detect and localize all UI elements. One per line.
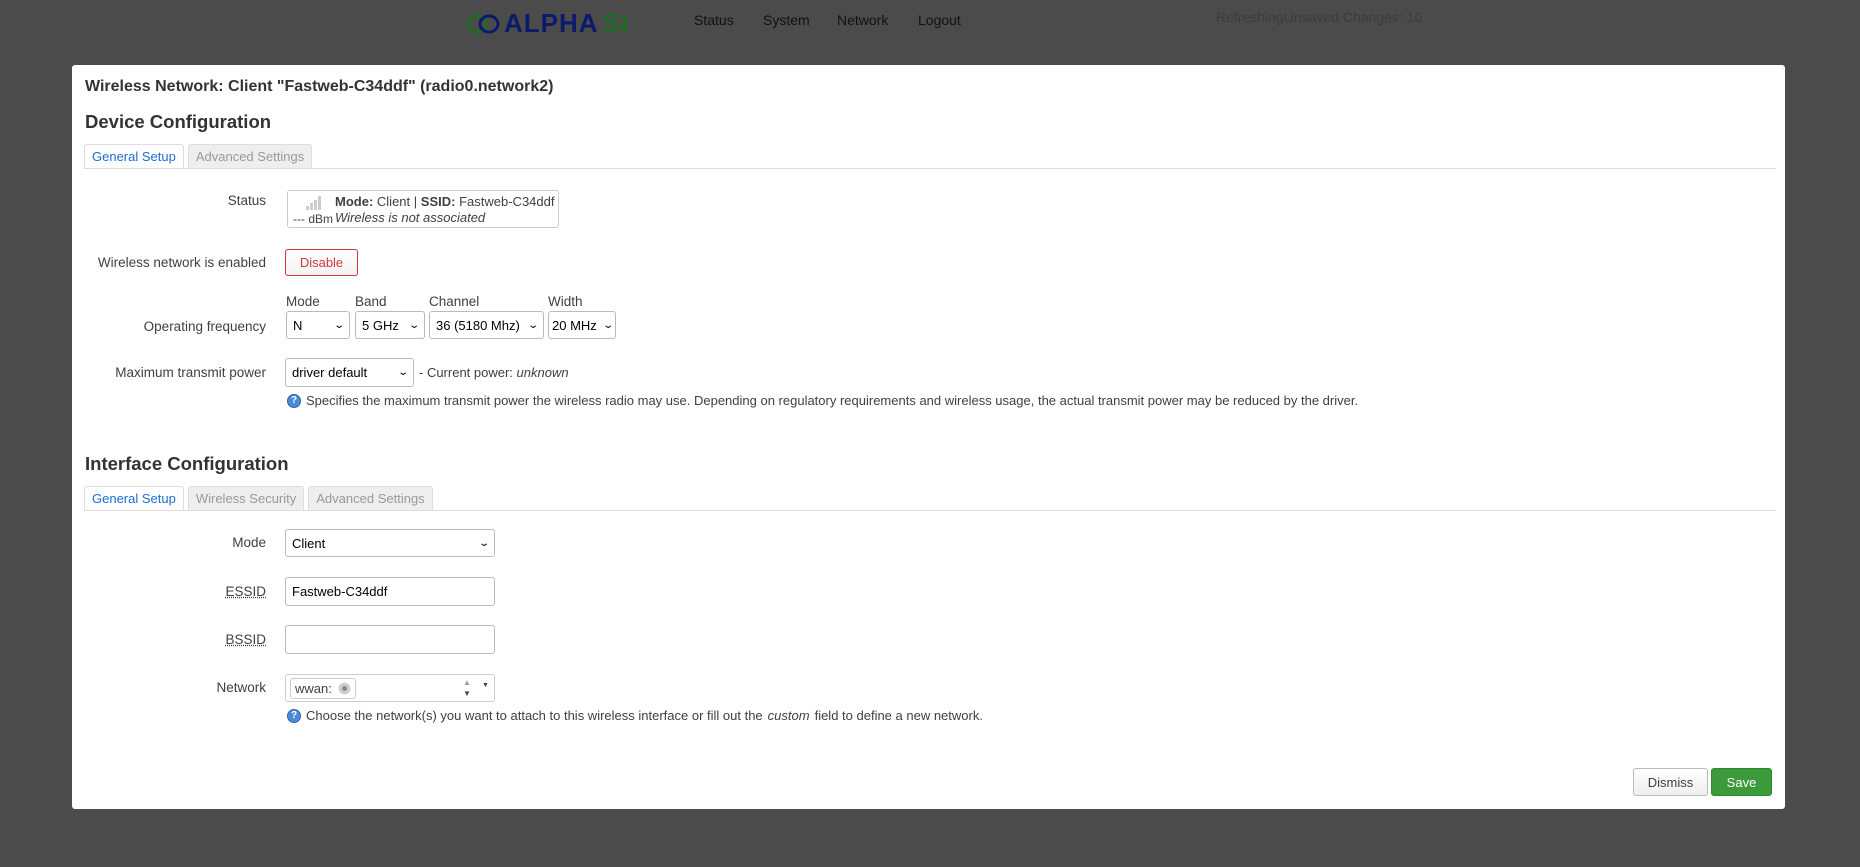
disable-button[interactable]: Disable [285,249,358,276]
current-power: - Current power: unknown [419,365,569,380]
unsaved-changes-indicator[interactable]: RefreshingUnsaved Changes: 10 [1216,9,1422,25]
bssid-label: BSSID [225,632,266,647]
status-mode-line: Mode: Client | SSID: Fastweb-C34ddf [335,194,555,209]
chevron-down-icon: ⌄ [332,319,345,331]
network-multiselect[interactable]: wwan: ▲ ▼ ▼ [285,674,495,702]
iface-mode-select[interactable]: Client ⌄ [285,529,495,557]
wireless-network-icon [337,682,351,695]
network-help: ? Choose the network(s) you want to attac… [287,708,983,723]
tab-iface-general-setup[interactable]: General Setup [84,486,184,511]
essid-label: ESSID [225,584,266,599]
tab-iface-advanced-settings[interactable]: Advanced Settings [308,486,433,510]
chevron-down-icon: ⌄ [396,367,409,378]
signal-icon [306,196,321,210]
interface-config-heading: Interface Configuration [85,453,289,474]
freq-mode-select[interactable]: N ⌄ [286,311,350,339]
operating-frequency-label: Operating frequency [143,319,266,334]
max-power-label: Maximum transmit power [115,365,266,380]
logo[interactable]: ALPHA SI [466,8,629,39]
tab-general-setup[interactable]: General Setup [84,144,184,169]
association-status: Wireless is not associated [335,210,486,225]
dropdown-caret-icon[interactable]: ▼ [482,682,489,689]
nav-system[interactable]: System [763,12,810,28]
enabled-label: Wireless network is enabled [97,255,266,270]
status-box: --- dBm Mode: Client | SSID: Fastweb-C34… [287,190,559,228]
tab-advanced-settings[interactable]: Advanced Settings [187,144,313,168]
chevron-down-icon: ⌄ [601,319,614,331]
logo-icon [466,14,500,33]
modal-title: Wireless Network: Client "Fastweb-C34ddf… [85,78,554,95]
interface-tabs: General Setup Wireless Security Advanced… [84,486,433,511]
dismiss-button[interactable]: Dismiss [1633,768,1708,796]
save-button[interactable]: Save [1711,768,1772,796]
freq-band-select[interactable]: 5 GHz ⌄ [355,311,425,339]
help-icon: ? [287,393,301,408]
tab-divider [84,510,1776,511]
chevron-down-icon: ⌄ [526,319,539,331]
freq-band-label: Band [355,294,387,309]
nav-status[interactable]: Status [694,12,734,28]
signal-dbm: --- dBm [293,212,333,226]
freq-channel-label: Channel [429,294,480,309]
iface-mode-label: Mode [232,535,266,550]
spinner-arrows-icon[interactable]: ▲ ▼ [463,677,471,699]
device-tabs: General Setup Advanced Settings [84,144,313,169]
power-help: ? Specifies the maximum transmit power th… [287,393,1358,408]
help-icon: ? [287,708,301,723]
network-label: Network [216,680,266,695]
freq-width-select[interactable]: 20 MHz ⌄ [548,311,616,339]
device-config-heading: Device Configuration [85,111,272,132]
tab-wireless-security[interactable]: Wireless Security [187,486,305,510]
nav-network[interactable]: Network [837,12,888,28]
chevron-down-icon: ⌄ [477,537,490,549]
freq-channel-select[interactable]: 36 (5180 Mhz) ⌄ [429,311,544,339]
tab-divider [84,168,1776,169]
essid-input[interactable]: Fastweb-C34ddf [285,577,495,606]
bssid-input[interactable] [285,625,495,654]
max-power-select[interactable]: driver default ⌄ [285,358,414,387]
status-label: Status [227,193,266,208]
freq-width-label: Width [548,294,583,309]
freq-mode-label: Mode [286,294,320,309]
nav-logout[interactable]: Logout [918,12,961,28]
chevron-down-icon: ⌄ [407,319,420,331]
network-tag-wwan[interactable]: wwan: [290,678,356,699]
